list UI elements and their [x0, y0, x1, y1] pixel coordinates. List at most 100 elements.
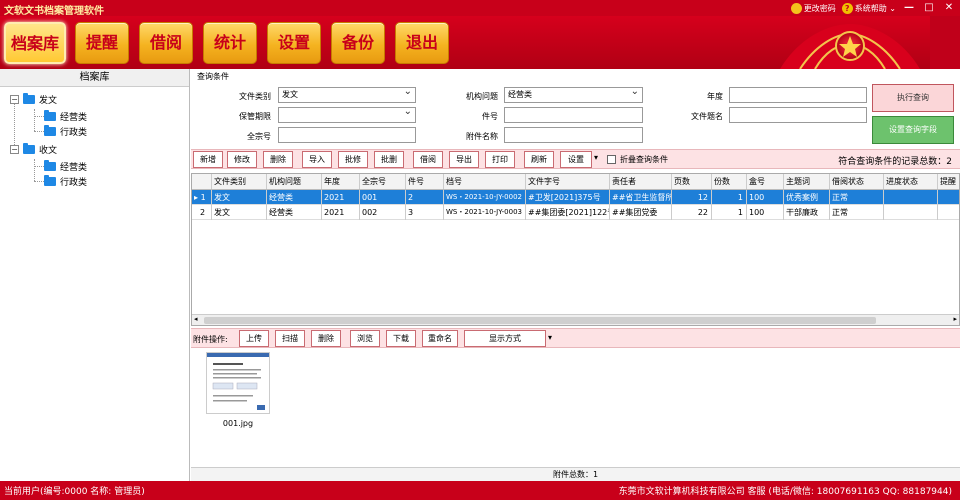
minimize-icon[interactable]: —	[902, 2, 916, 14]
tree-node-outgoing-business[interactable]: 经营类	[44, 109, 87, 123]
title-input[interactable]	[729, 107, 867, 123]
fonds-no-input[interactable]	[278, 127, 416, 143]
table-cell[interactable]: 干部廉政	[784, 205, 830, 220]
column-header[interactable]: 机构问题	[267, 174, 322, 189]
set-query-fields-button[interactable]: 设置查询字段	[872, 116, 954, 144]
download-button[interactable]: 下载	[386, 330, 416, 347]
table-cell[interactable]: 22	[672, 205, 712, 220]
table-cell[interactable]	[884, 205, 938, 220]
table-cell[interactable]: 002	[360, 205, 406, 220]
column-header[interactable]: 全宗号	[360, 174, 406, 189]
table-cell[interactable]: 2021	[322, 190, 360, 205]
fold-query-checkbox[interactable]	[607, 155, 616, 164]
tree-node-incoming[interactable]: − 收文	[10, 142, 57, 156]
table-cell[interactable]: 100	[747, 190, 784, 205]
tree-node-incoming-business[interactable]: 经营类	[44, 159, 87, 173]
table-cell[interactable]	[938, 190, 959, 205]
execute-query-button[interactable]: 执行查询	[872, 84, 954, 112]
column-header[interactable]: 盒号	[747, 174, 784, 189]
table-cell[interactable]: 3	[406, 205, 444, 220]
export-button[interactable]: 导出	[449, 151, 479, 168]
table-cell[interactable]: 001	[360, 190, 406, 205]
rename-button[interactable]: 重命名	[422, 330, 458, 347]
collapse-icon[interactable]: −	[10, 94, 19, 104]
table-cell[interactable]: 经营类	[267, 190, 322, 205]
table-cell[interactable]: 2021	[322, 205, 360, 220]
table-cell[interactable]: #卫发[2021]375号	[526, 190, 610, 205]
attachment-name-input[interactable]	[504, 127, 643, 143]
table-cell[interactable]: WS・2021-10-JY-0003	[444, 205, 526, 220]
column-header[interactable]: 责任者	[610, 174, 672, 189]
table-cell[interactable]: WS・2021-10-JY-0002	[444, 190, 526, 205]
menu-exit[interactable]: 退出	[395, 22, 449, 64]
table-cell[interactable]	[938, 205, 959, 220]
batch-edit-button[interactable]: 批修	[338, 151, 368, 168]
display-mode-button[interactable]: 显示方式	[464, 330, 546, 347]
import-button[interactable]: 导入	[302, 151, 332, 168]
batch-delete-button[interactable]: 批删	[374, 151, 404, 168]
tree-node-outgoing-admin[interactable]: 行政类	[44, 124, 87, 138]
table-cell[interactable]: 1	[712, 205, 747, 220]
add-button[interactable]: 新增	[193, 151, 223, 168]
column-header[interactable]: 提醒	[938, 174, 959, 189]
menu-borrow[interactable]: 借阅	[139, 22, 193, 64]
scroll-left-icon[interactable]: ◂	[194, 315, 198, 323]
column-header[interactable]: 份数	[712, 174, 747, 189]
org-issue-select[interactable]: 经营类	[504, 85, 643, 103]
column-header[interactable]: 年度	[322, 174, 360, 189]
table-cell[interactable]: 发文	[212, 205, 267, 220]
close-icon[interactable]: ✕	[942, 2, 956, 14]
table-cell[interactable]: 发文	[212, 190, 267, 205]
table-cell[interactable]: 12	[672, 190, 712, 205]
collapse-icon[interactable]: −	[10, 144, 19, 154]
table-row[interactable]: 2 发文 经营类 2021 002 3 WS・2021-10-JY-0003 #…	[192, 205, 959, 220]
menu-settings[interactable]: 设置	[267, 22, 321, 64]
browse-button[interactable]: 浏览	[350, 330, 380, 347]
table-cell[interactable]	[884, 190, 938, 205]
doc-type-select[interactable]: 发文	[278, 85, 416, 103]
help-link[interactable]: ? 系统帮助 ⌄	[841, 2, 896, 14]
change-password-link[interactable]: 更改密码	[790, 2, 836, 14]
keep-period-select[interactable]	[278, 105, 416, 123]
item-no-input[interactable]	[504, 107, 643, 123]
upload-button[interactable]: 上传	[239, 330, 269, 347]
refresh-button[interactable]: 刷新	[524, 151, 554, 168]
scroll-right-icon[interactable]: ▸	[953, 315, 957, 323]
table-cell[interactable]: 正常	[830, 205, 884, 220]
table-cell[interactable]: 经营类	[267, 205, 322, 220]
display-mode-dropdown-icon[interactable]: ▾	[548, 333, 552, 342]
year-input[interactable]	[729, 87, 867, 103]
column-header[interactable]: 借阅状态	[830, 174, 884, 189]
table-cell[interactable]: 优秀案例	[784, 190, 830, 205]
column-header[interactable]: 件号	[406, 174, 444, 189]
menu-reminder[interactable]: 提醒	[75, 22, 129, 64]
table-cell[interactable]: ##省卫生监督所	[610, 190, 672, 205]
column-header[interactable]: 文件字号	[526, 174, 610, 189]
maximize-icon[interactable]: □	[922, 2, 936, 14]
column-header[interactable]: 文件类别	[212, 174, 267, 189]
table-cell[interactable]: 2	[406, 190, 444, 205]
settings-button[interactable]: 设置	[560, 151, 592, 168]
table-cell[interactable]: ##集团委[2021]122号	[526, 205, 610, 220]
scrollbar-thumb[interactable]	[204, 317, 876, 324]
column-header[interactable]: 页数	[672, 174, 712, 189]
edit-button[interactable]: 修改	[227, 151, 257, 168]
table-cell[interactable]: 100	[747, 205, 784, 220]
table-row[interactable]: ▸ 1 发文 经营类 2021 001 2 WS・2021-10-JY-0002…	[192, 190, 959, 205]
attachment-thumbnail[interactable]	[206, 352, 270, 414]
menu-backup[interactable]: 备份	[331, 22, 385, 64]
column-header[interactable]: 档号	[444, 174, 526, 189]
delete-attachment-button[interactable]: 删除	[311, 330, 341, 347]
tree-node-incoming-admin[interactable]: 行政类	[44, 174, 87, 188]
table-cell[interactable]: 正常	[830, 190, 884, 205]
print-button[interactable]: 打印	[485, 151, 515, 168]
table-cell[interactable]: 1	[712, 190, 747, 205]
table-cell[interactable]: ##集团党委	[610, 205, 672, 220]
menu-archive[interactable]: 档案库	[4, 22, 66, 64]
scan-button[interactable]: 扫描	[275, 330, 305, 347]
borrow-button[interactable]: 借阅	[413, 151, 443, 168]
tree-node-outgoing[interactable]: − 发文	[10, 92, 57, 106]
settings-dropdown-icon[interactable]: ▾	[594, 153, 598, 162]
horizontal-scrollbar[interactable]: ◂ ▸	[192, 314, 959, 325]
column-header[interactable]: 主题词	[784, 174, 830, 189]
